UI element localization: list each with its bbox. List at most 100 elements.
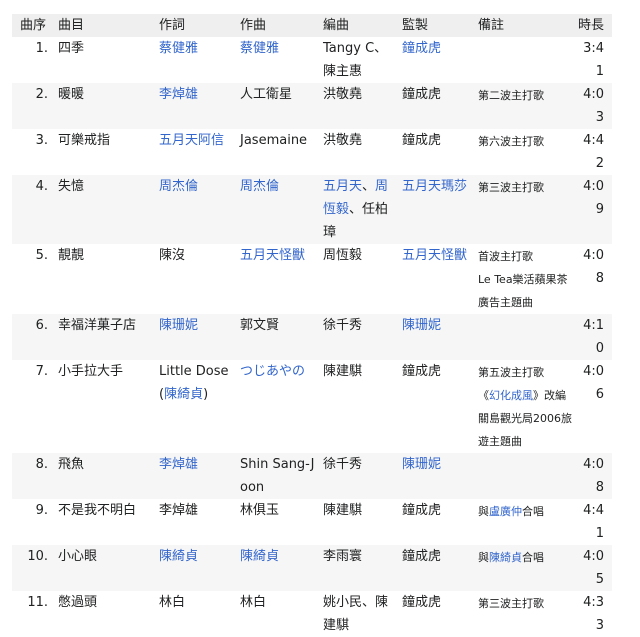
notes-cell: 第六波主打歌 <box>476 129 574 175</box>
arranger-cell: 洪敬堯 <box>321 83 400 129</box>
producer-cell: 鐘成虎 <box>400 83 476 129</box>
cell-text: 首波主打歌 <box>478 250 533 263</box>
track-number: 10. <box>12 545 56 591</box>
person-link[interactable]: 周杰倫 <box>240 179 279 194</box>
lyricist-cell: 李焯雄 <box>157 83 238 129</box>
person-link[interactable]: 陳珊妮 <box>159 318 198 333</box>
note-line: 第六波主打歌 <box>478 130 572 153</box>
cell-text: 郭文賢 <box>240 318 280 333</box>
track-length: 4:10 <box>574 314 612 360</box>
cell-text: 第三波主打歌 <box>478 181 544 194</box>
cell-text: 鐘成虎 <box>402 87 442 102</box>
track-title: 小心眼 <box>56 545 157 591</box>
track-length: 4:05 <box>574 545 612 591</box>
table-row: 8. 飛魚 李焯雄 Shin Sang-Joon 徐千秀 陳珊妮 4:08 <box>12 453 612 499</box>
cell-text: 第五波主打歌 <box>478 366 544 379</box>
track-length: 4:08 <box>574 453 612 499</box>
table-row: 1. 四季 蔡健雅 蔡健雅 Tangy C、陳主惠 鐘成虎 3:41 <box>12 37 612 83</box>
person-link[interactable]: 盧廣仲 <box>489 505 522 518</box>
track-number: 4. <box>12 175 56 244</box>
track-number: 1. <box>35 41 48 56</box>
track-length: 4:08 <box>583 248 604 286</box>
cell-text: Shin Sang-Joon <box>240 457 315 495</box>
arranger-cell: 陳建騏 <box>321 360 400 453</box>
producer-cell: 五月天怪獸 <box>400 244 476 314</box>
arranger-cell: 洪敬堯 <box>321 129 400 175</box>
person-link[interactable]: 陳綺貞 <box>164 387 203 402</box>
track-title: 暖暖 <box>56 83 157 129</box>
person-link[interactable]: 周杰倫 <box>159 179 198 194</box>
cell-text: 洪敬堯 <box>323 133 363 148</box>
cell-text: 林白 <box>159 595 186 610</box>
lyricist-cell: 五月天阿信 <box>157 129 238 175</box>
person-link[interactable]: 陳綺貞 <box>159 549 198 564</box>
track-number: 2. <box>12 83 56 129</box>
person-link[interactable]: 李焯雄 <box>159 87 198 102</box>
cell-text: 第三波主打歌 <box>478 597 544 610</box>
cell-text: 鐘成虎 <box>402 549 442 564</box>
table-row: 7. 小手拉大手 Little Dose(陳綺貞) つじあやの 陳建騏 鐘成虎 第五波主打歌… <box>12 360 612 453</box>
person-link[interactable]: 蔡健雅 <box>240 41 279 56</box>
cell-text: 鐘成虎 <box>402 133 442 148</box>
notes-cell: 第二波主打歌 <box>476 83 574 129</box>
person-link[interactable]: 蔡健雅 <box>159 41 198 56</box>
person-link[interactable]: 五月天怪獸 <box>402 248 467 263</box>
table-row: 2. 暖暖 李焯雄 人工衛星 洪敬堯 鐘成虎 第二波主打歌 4:03 <box>12 83 612 129</box>
note-line: 與盧廣仲合唱 <box>478 500 572 523</box>
track-title: 失憶 <box>56 175 157 244</box>
notes-cell <box>476 453 574 499</box>
lyricist-cell: 李焯雄 <box>157 499 238 545</box>
cell-text: 陳沒 <box>159 248 186 263</box>
track-number: 8. <box>12 453 56 499</box>
track-number: 9. <box>35 503 48 518</box>
person-link[interactable]: つじあやの <box>240 364 305 379</box>
producer-cell: 陳珊妮 <box>400 453 476 499</box>
track-length: 4:03 <box>574 83 612 129</box>
person-link[interactable]: 李焯雄 <box>159 457 198 472</box>
producer-cell: 鐘成虎 <box>400 545 476 591</box>
producer-cell: 鐘成虎 <box>400 360 476 453</box>
cell-text: Jasemaine <box>240 133 308 148</box>
tracklist-container: 曲序 曲目 作詞 作曲 編曲 監製 備註 時長 1. 四季 蔡健雅 蔡健雅 Tangy … <box>12 14 612 637</box>
composer-cell: 周杰倫 <box>238 175 321 244</box>
table-row: 9. 不是我不明白 李焯雄 林俱玉 陳建騏 鐘成虎 與盧廣仲合唱 4:41 <box>12 499 612 545</box>
person-link[interactable]: 五月天 <box>323 179 362 194</box>
person-link[interactable]: 陳珊妮 <box>402 318 441 333</box>
composer-cell: つじあやの <box>238 360 321 453</box>
header-producer: 監製 <box>400 14 476 37</box>
tracklist-table: 曲序 曲目 作詞 作曲 編曲 監製 備註 時長 1. 四季 蔡健雅 蔡健雅 Tangy … <box>12 14 612 637</box>
person-link[interactable]: 陳綺貞 <box>240 549 279 564</box>
header-length: 時長 <box>574 14 612 37</box>
composer-cell: 郭文賢 <box>238 314 321 360</box>
cell-text: 與 <box>478 551 489 564</box>
cell-text: Le Tea樂活蘋果茶廣告主題曲 <box>478 273 568 309</box>
person-link[interactable]: 五月天瑪莎 <box>402 179 467 194</box>
arranger-cell: 陳建騏 <box>321 499 400 545</box>
person-link[interactable]: 五月天阿信 <box>159 133 224 148</box>
note-line: Le Tea樂活蘋果茶廣告主題曲 <box>478 268 572 314</box>
track-length: 4:06 <box>583 364 604 402</box>
producer-cell: 陳珊妮 <box>400 314 476 360</box>
header-title: 曲目 <box>56 14 157 37</box>
cell-text: 關島觀光局2006旅遊主題曲 <box>478 412 572 448</box>
cell-text: 第二波主打歌 <box>478 89 544 102</box>
header-track-number: 曲序 <box>12 14 56 37</box>
composer-cell: 林白 <box>238 591 321 637</box>
lyricist-cell: 周杰倫 <box>157 175 238 244</box>
person-link[interactable]: 五月天怪獸 <box>240 248 305 263</box>
cell-text: 第六波主打歌 <box>478 135 544 148</box>
track-length: 4:42 <box>583 133 604 171</box>
composer-cell: 五月天怪獸 <box>238 244 321 314</box>
person-link[interactable]: 陳綺貞 <box>489 551 522 564</box>
note-line: 首波主打歌 <box>478 245 572 268</box>
track-length: 4:09 <box>574 175 612 244</box>
arranger-cell: 五月天、周恆毅、任柏璋 <box>321 175 400 244</box>
note-line: 第五波主打歌 <box>478 361 572 384</box>
person-link[interactable]: 鐘成虎 <box>402 41 441 56</box>
person-link[interactable]: 幻化成風 <box>489 389 533 402</box>
cell-text: 鐘成虎 <box>402 595 442 610</box>
track-title: 幸福洋菓子店 <box>56 314 157 360</box>
track-title: 靚靚 <box>58 248 85 263</box>
cell-text: 林白 <box>240 595 267 610</box>
person-link[interactable]: 陳珊妮 <box>402 457 441 472</box>
